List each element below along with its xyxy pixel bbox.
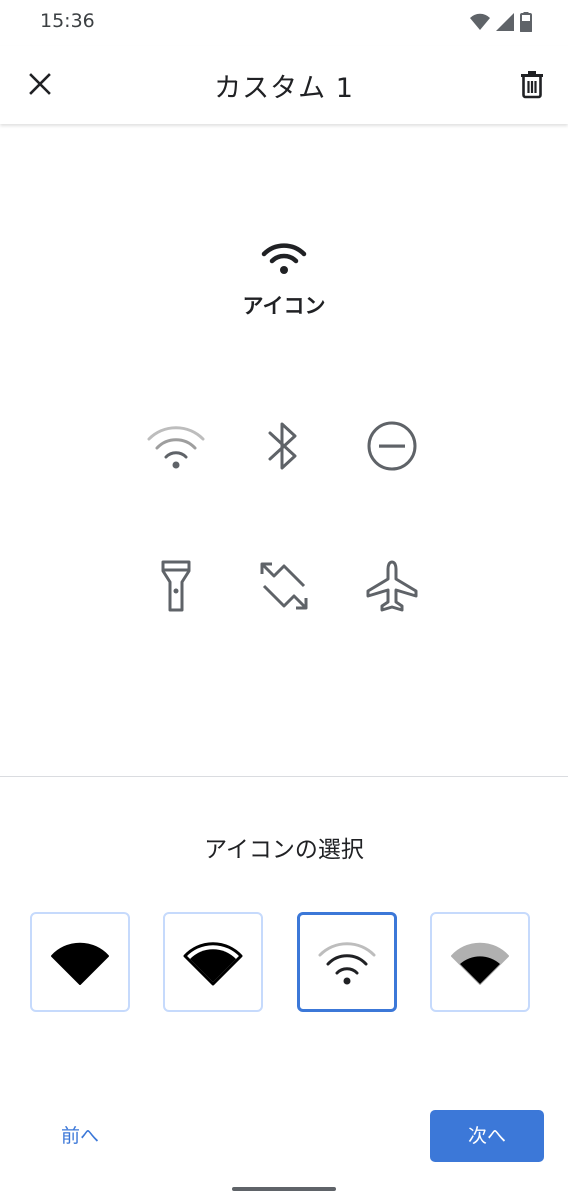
wifi-wedge-partial-icon	[451, 942, 509, 985]
trash-icon	[521, 71, 543, 99]
tile-flashlight[interactable]	[140, 550, 212, 622]
icon-selection-title: アイコンの選択	[204, 837, 364, 863]
previous-button[interactable]: 前へ	[50, 1116, 110, 1156]
icon-option-2[interactable]	[163, 912, 263, 1012]
flashlight-icon	[161, 560, 191, 612]
wifi-wedge-solid-icon	[51, 942, 109, 985]
status-time: 15:36	[40, 10, 95, 32]
signal-icon	[496, 13, 514, 31]
airplane-icon	[366, 560, 418, 612]
delete-button[interactable]	[514, 66, 550, 102]
next-button[interactable]: 次へ	[430, 1110, 544, 1162]
icon-option-3[interactable]	[297, 912, 397, 1012]
auto-rotate-icon	[260, 562, 308, 610]
icon-option-4[interactable]	[430, 912, 530, 1012]
battery-icon	[520, 12, 532, 32]
tile-wifi[interactable]	[140, 410, 212, 482]
divider	[0, 776, 568, 777]
wifi-wedge-filled-icon	[183, 942, 243, 986]
page-title: カスタム 1	[214, 73, 354, 104]
do-not-disturb-icon	[367, 421, 417, 471]
navigation-handle[interactable]	[232, 1187, 336, 1191]
status-bar: 15:36	[0, 0, 568, 46]
wifi-status-icon	[470, 13, 490, 30]
preview-label: アイコン	[242, 294, 326, 318]
wifi-outline-icon	[318, 942, 376, 985]
tile-bluetooth[interactable]	[248, 410, 320, 482]
tile-preview: アイコン	[0, 240, 568, 320]
tile-grid	[120, 410, 448, 634]
tile-auto-rotate[interactable]	[248, 550, 320, 622]
status-icons	[470, 12, 532, 32]
bluetooth-icon	[268, 422, 297, 470]
wifi-icon	[147, 426, 205, 469]
tile-do-not-disturb[interactable]	[356, 410, 428, 482]
wifi-icon	[261, 243, 307, 274]
tile-airplane[interactable]	[356, 550, 428, 622]
app-bar: カスタム 1	[0, 46, 568, 124]
icon-option-1[interactable]	[30, 912, 130, 1012]
